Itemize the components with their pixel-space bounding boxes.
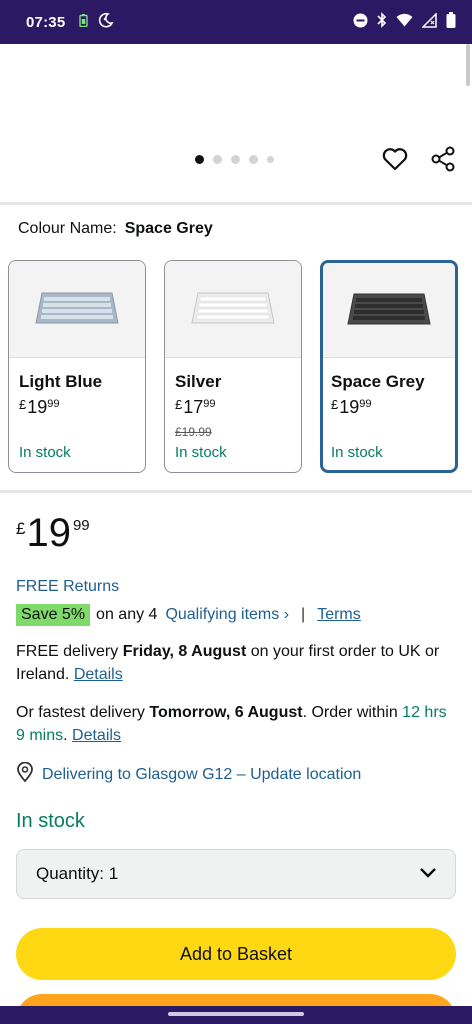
gesture-handle[interactable] xyxy=(168,1012,304,1016)
quantity-value: 1 xyxy=(108,864,119,883)
gallery-dot-active[interactable] xyxy=(195,155,204,164)
heart-icon[interactable] xyxy=(382,147,408,176)
product-price: £ 19 99 xyxy=(16,513,90,553)
fastest-details-link[interactable]: Details xyxy=(72,727,121,744)
colour-selected-value: Space Grey xyxy=(124,220,213,237)
promotion-row: Save 5% on any 4 Qualifying items › | Te… xyxy=(16,604,361,626)
swatch-space-grey[interactable]: Space Grey £1999 In stock xyxy=(320,260,458,473)
location-pin-icon xyxy=(16,761,34,787)
swatch-stock: In stock xyxy=(331,444,383,461)
swatch-image xyxy=(165,261,301,358)
swatch-image xyxy=(323,263,455,358)
promo-text: on any 4 xyxy=(96,606,158,623)
fastest-delivery-text: Or fastest delivery Tomorrow, 6 August. … xyxy=(16,704,447,744)
swatch-strike-price: £19.99 xyxy=(175,425,212,439)
price-currency: £ xyxy=(16,519,26,538)
swatch-stock: In stock xyxy=(175,444,227,461)
keyboard-thumbnail xyxy=(347,293,431,325)
promo-divider: | xyxy=(301,606,306,623)
chevron-down-icon xyxy=(419,864,437,884)
price-fraction: 99 xyxy=(72,517,90,534)
swatch-silver[interactable]: Silver £1799 £19.99 In stock xyxy=(164,260,302,473)
gallery-dot[interactable] xyxy=(213,155,222,164)
dnd-moon-icon xyxy=(98,12,114,32)
gallery-pagination-dots[interactable] xyxy=(195,155,274,164)
swatch-image xyxy=(9,261,145,358)
swatch-stock: In stock xyxy=(19,444,71,461)
swatch-light-blue[interactable]: Light Blue £1999 In stock xyxy=(8,260,146,473)
swatch-price: £1799 xyxy=(175,397,216,417)
scrollbar-thumb[interactable] xyxy=(466,44,470,86)
delivery-location-text[interactable]: Delivering to Glasgow G12 – Update locat… xyxy=(42,766,361,784)
keyboard-thumbnail xyxy=(191,292,275,324)
qualifying-items-link[interactable]: Qualifying items › xyxy=(165,606,289,624)
section-divider xyxy=(0,490,472,493)
chevron-right-icon: › xyxy=(283,606,290,623)
do-not-disturb-icon xyxy=(353,13,368,32)
save-badge: Save 5% xyxy=(16,604,91,626)
availability-status: In stock xyxy=(16,810,85,832)
colour-name-row: Colour Name: Space Grey xyxy=(18,220,213,238)
status-time: 07:35 xyxy=(26,13,66,31)
keyboard-thumbnail xyxy=(35,292,119,324)
signal-icon xyxy=(421,11,437,32)
delivery-details-link[interactable]: Details xyxy=(74,666,123,683)
section-divider xyxy=(0,202,472,205)
swatch-name: Silver xyxy=(175,372,222,391)
add-to-basket-button[interactable]: Add to Basket xyxy=(16,928,456,980)
quantity-select[interactable]: Quantity: 1 xyxy=(16,849,456,899)
battery-saver-icon xyxy=(79,13,89,31)
gallery-dot[interactable] xyxy=(267,156,274,163)
status-bar: 07:35 xyxy=(0,0,472,44)
share-icon[interactable] xyxy=(430,146,456,177)
free-delivery-text: FREE delivery Friday, 8 August on your f… xyxy=(16,643,440,683)
swatch-price: £1999 xyxy=(331,397,372,417)
swatch-name: Space Grey xyxy=(331,372,425,391)
colour-label: Colour Name: xyxy=(18,220,117,237)
product-image-gallery[interactable] xyxy=(0,44,472,202)
swatch-name: Light Blue xyxy=(19,372,103,391)
wifi-icon xyxy=(396,13,413,31)
swatch-price: £1999 xyxy=(19,397,60,417)
bluetooth-icon xyxy=(377,12,387,32)
battery-icon xyxy=(446,12,456,32)
free-returns-link[interactable]: FREE Returns xyxy=(16,578,119,596)
price-whole: 19 xyxy=(26,511,71,555)
terms-link[interactable]: Terms xyxy=(317,606,361,624)
gallery-dot[interactable] xyxy=(249,155,258,164)
delivery-location[interactable]: Delivering to Glasgow G12 – Update locat… xyxy=(16,761,361,787)
quantity-label: Quantity: xyxy=(36,864,105,883)
gallery-dot[interactable] xyxy=(231,155,240,164)
